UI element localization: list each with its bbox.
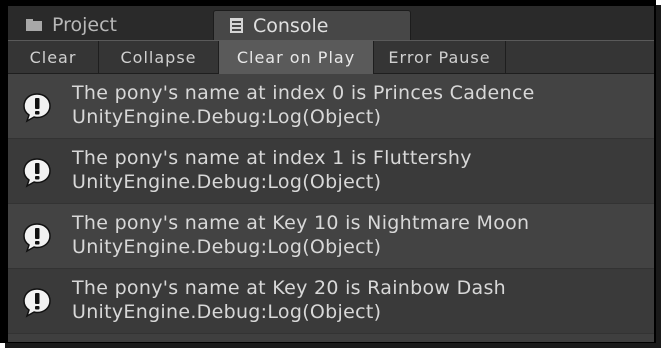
log-trace: UnityEngine.Debug:Log(Object): [72, 171, 382, 193]
clear-button[interactable]: Clear: [8, 41, 99, 74]
console-panel: Project Console Clear Collapse Clear on …: [8, 6, 654, 342]
tab-console[interactable]: Console: [213, 10, 411, 40]
log-message: The pony's name at index 1 is Fluttershy: [72, 147, 472, 169]
log-entry[interactable]: The pony's name at Key 10 is Nightmare M…: [8, 204, 654, 269]
log-entry[interactable]: The pony's name at Key 20 is Rainbow Das…: [8, 269, 654, 334]
console-toolbar: Clear Collapse Clear on Play Error Pause: [8, 40, 654, 74]
log-message: The pony's name at Key 10 is Nightmare M…: [72, 212, 530, 234]
log-trace: UnityEngine.Debug:Log(Object): [72, 106, 382, 128]
info-bubble-icon: [21, 91, 53, 123]
log-message: The pony's name at Key 20 is Rainbow Das…: [72, 277, 507, 299]
log-entry[interactable]: The pony's name at index 1 is Fluttershy…: [8, 139, 654, 204]
error-pause-toggle[interactable]: Error Pause: [374, 41, 506, 74]
info-bubble-icon: [21, 286, 53, 318]
tab-project[interactable]: Project: [14, 10, 210, 40]
log-trace: UnityEngine.Debug:Log(Object): [72, 236, 382, 258]
console-icon: [230, 18, 243, 33]
tab-project-label: Project: [52, 14, 118, 36]
info-bubble-icon: [21, 156, 53, 188]
tab-strip: Project Console: [8, 6, 654, 40]
log-trace: UnityEngine.Debug:Log(Object): [72, 301, 382, 323]
collapse-toggle[interactable]: Collapse: [99, 41, 219, 74]
clear-on-play-toggle[interactable]: Clear on Play: [219, 41, 374, 74]
log-entry-list: The pony's name at index 0 is Princes Ca…: [8, 74, 654, 334]
info-bubble-icon: [21, 221, 53, 253]
log-message: The pony's name at index 0 is Princes Ca…: [72, 82, 535, 104]
folder-icon: [26, 19, 42, 31]
log-entry[interactable]: The pony's name at index 0 is Princes Ca…: [8, 74, 654, 139]
tab-console-label: Console: [253, 14, 329, 37]
